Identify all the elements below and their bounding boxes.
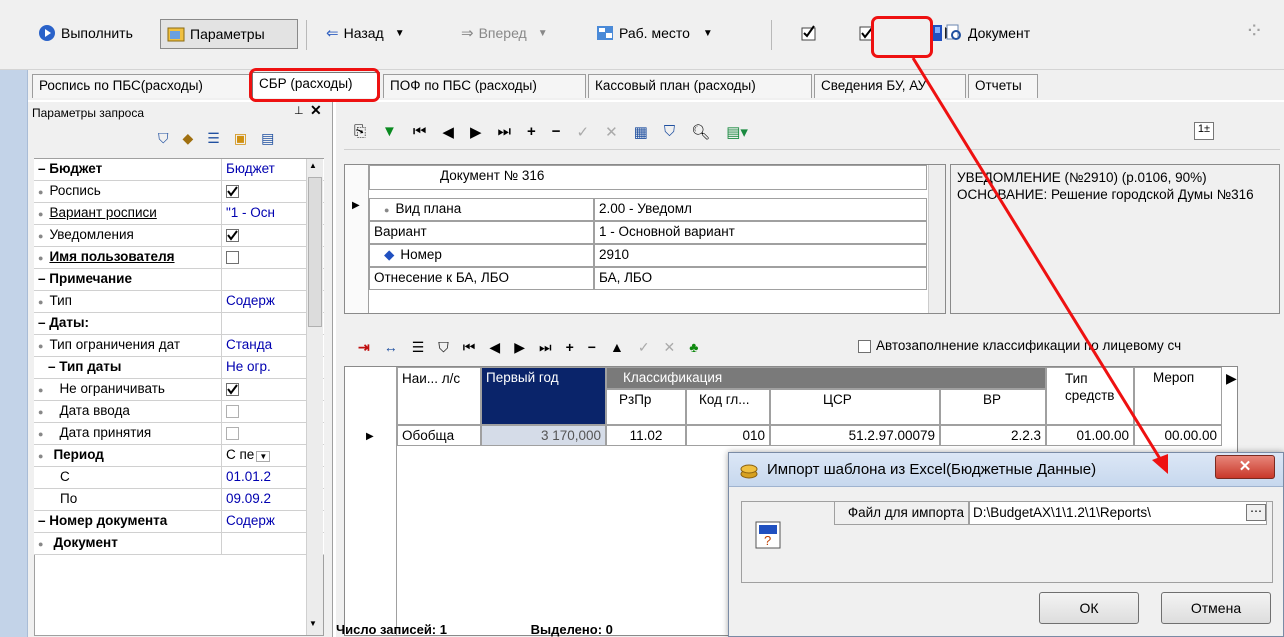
annotation-arrow bbox=[911, 57, 1168, 474]
